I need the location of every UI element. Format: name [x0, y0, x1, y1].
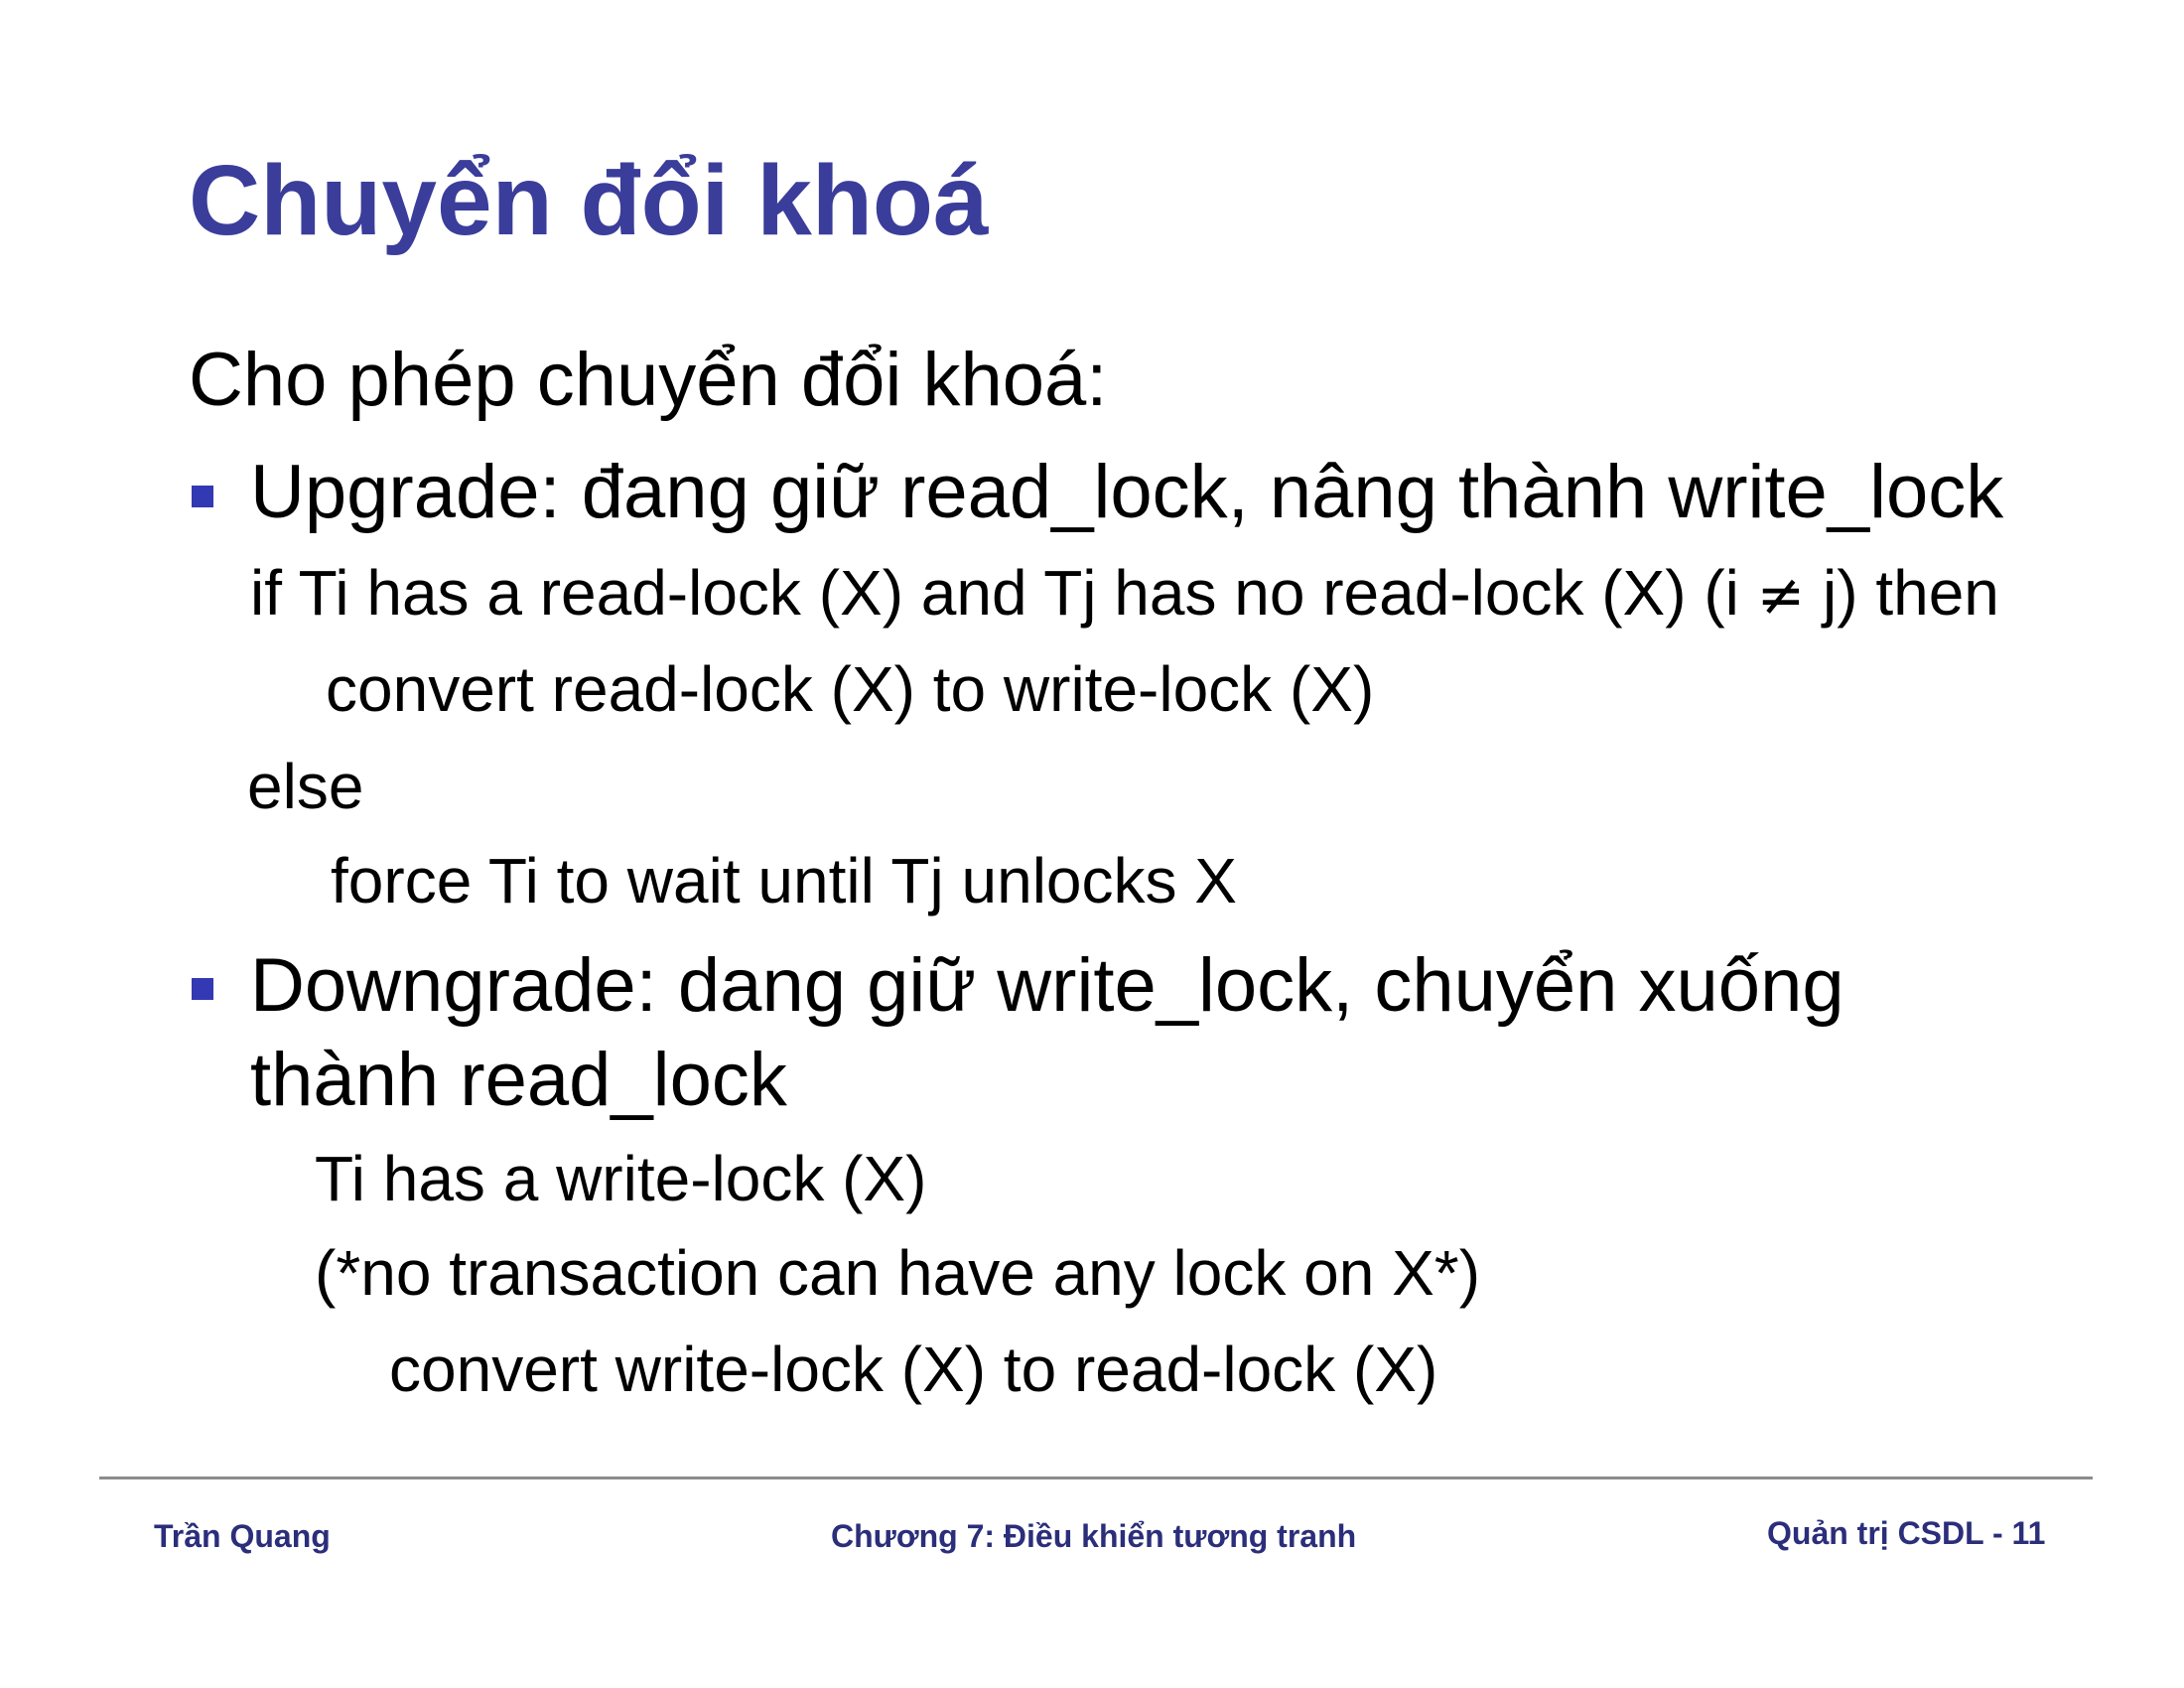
code-if-suffix: j) then: [1805, 557, 1999, 629]
downgrade-code-convert: convert write-lock (X) to read-lock (X): [389, 1334, 1438, 1405]
footer-page-number: Quản trị CSDL - 11: [1767, 1515, 2046, 1551]
downgrade-code-comment: (*no transaction can have any lock on X*…: [315, 1237, 1480, 1309]
intro-text: Cho phép chuyển đổi khoá:: [189, 338, 1108, 422]
slide-title: Chuyển đổi khoá: [189, 145, 989, 256]
upgrade-code-else: else: [247, 751, 364, 822]
upgrade-text: Upgrade: đang giữ read_lock, nâng thành …: [250, 450, 2004, 534]
not-equal-symbol: ≠: [1756, 561, 1806, 629]
footer-author: Trần Quang: [154, 1518, 331, 1554]
upgrade-code-convert: convert read-lock (X) to write-lock (X): [326, 653, 1375, 725]
downgrade-code-has: Ti has a write-lock (X): [315, 1143, 927, 1214]
upgrade-code-if: if Ti has a read-lock (X) and Tj has no …: [250, 561, 1999, 625]
upgrade-code-force: force Ti to wait until Tj unlocks X: [331, 845, 1237, 916]
code-if-prefix: if Ti has a read-lock (X) and Tj has no …: [250, 557, 1757, 629]
footer-chapter: Chương 7: Điều khiển tương tranh: [831, 1518, 1357, 1554]
downgrade-text-line1: Downgrade: dang giữ write_lock, chuyển x…: [250, 943, 1844, 1028]
downgrade-text-line2: thành read_lock: [250, 1038, 787, 1122]
footer-divider: [99, 1477, 2093, 1479]
square-bullet-icon: [192, 486, 213, 507]
square-bullet-icon: [192, 978, 213, 1000]
